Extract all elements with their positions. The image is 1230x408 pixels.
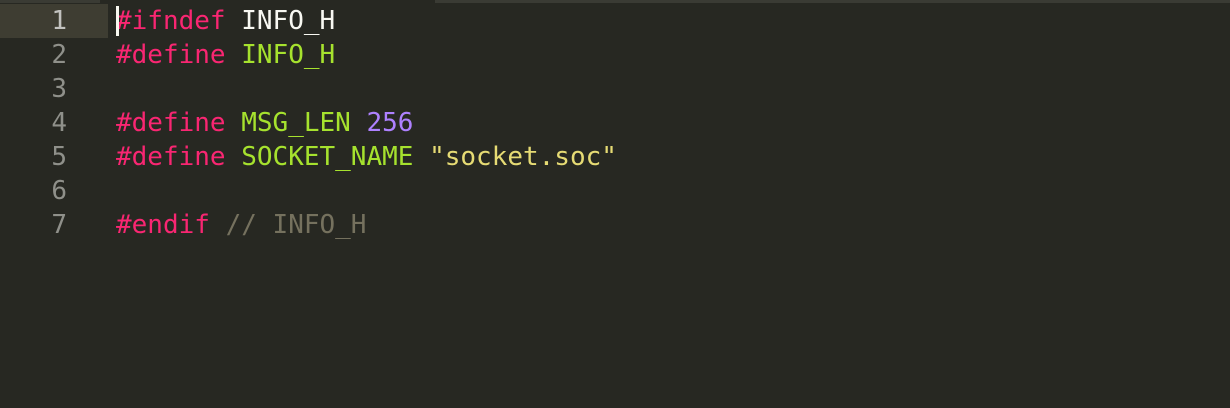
line-number: 5 [51,142,67,172]
code-line[interactable]: #define INFO_H [116,38,335,72]
macro-name: MSG_LEN [241,108,351,138]
line-number-gutter: 1 2 3 4 5 6 7 [0,4,108,408]
line-number: 4 [51,108,67,138]
code-line[interactable]: #endif // INFO_H [116,208,366,242]
macro-name: SOCKET_NAME [241,142,414,172]
preprocessor-directive: #define [116,108,226,138]
line-number: 7 [51,210,67,240]
code-comment: // INFO_H [225,210,367,240]
text-cursor [116,6,119,36]
code-editor[interactable]: 1 2 3 4 5 6 7 #ifndef INFO_H #define INF… [0,0,1230,408]
line-number: 2 [51,40,67,70]
line-number: 1 [0,4,108,38]
line-number: 3 [51,74,67,104]
preprocessor-directive: #define [116,40,226,70]
code-line[interactable]: #ifndef INFO_H [116,4,335,38]
string-literal: "socket.soc" [429,142,617,172]
preprocessor-directive: #define [116,142,226,172]
code-line[interactable]: #define SOCKET_NAME "socket.soc" [116,140,617,174]
preprocessor-directive: #endif [116,210,210,240]
macro-identifier: INFO_H [241,6,336,36]
macro-name: INFO_H [241,40,336,70]
code-line[interactable]: #define MSG_LEN 256 [116,106,413,140]
numeric-literal: 256 [366,108,414,138]
line-number: 6 [51,176,67,206]
preprocessor-directive: #ifndef [116,6,226,36]
